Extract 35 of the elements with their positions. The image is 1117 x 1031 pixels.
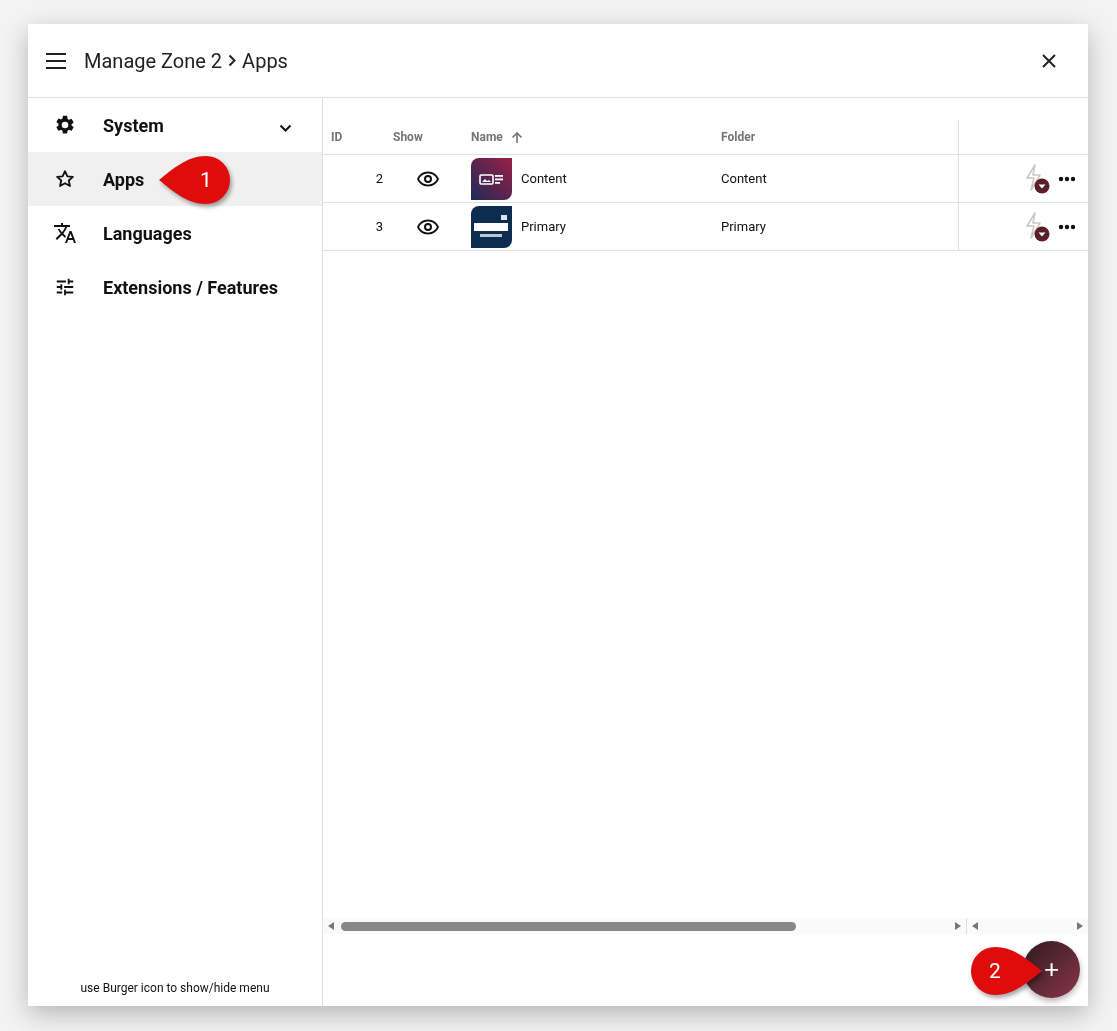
table-cell: 3 [375,219,383,234]
scrollbar-thumb[interactable] [341,921,796,931]
menu-button[interactable] [46,52,66,69]
app-logo-icon [471,205,512,248]
more-options-icon[interactable] [1058,175,1076,182]
hint-text: use Burger icon to show/hide menu [79,981,271,997]
sliders-icon [54,276,76,298]
table-cell: Primary [521,219,566,234]
chevron-down-icon[interactable] [279,123,292,132]
column-header[interactable]: Name [471,130,503,144]
lightning-badge-icon[interactable] [1024,211,1050,242]
column-header[interactable]: ID [331,130,343,144]
page-title: Apps [242,48,288,73]
sidebar-item[interactable]: Languages [28,206,322,260]
table-cell: Content [521,171,567,186]
table-cell: Content [721,171,767,186]
table-cell: Primary [721,219,766,234]
sort-arrow-up-icon[interactable] [510,130,523,144]
lightning-badge-icon[interactable] [1024,163,1050,194]
add-button[interactable]: + [1023,941,1080,998]
close-button[interactable] [1040,51,1058,70]
sidebar-item[interactable]: Extensions / Features [28,260,322,314]
column-header[interactable]: Folder [721,130,756,144]
translate-icon [53,221,77,245]
callout-badge: 1 [159,155,231,205]
table-cell: 2 [375,171,383,186]
callout-badge: 2 [970,946,1042,996]
more-options-icon[interactable] [1058,223,1076,230]
column-header[interactable]: Show [393,130,423,144]
window-title: Manage Zone 2 [84,48,223,73]
star-icon [54,168,76,190]
gear-icon [54,114,76,136]
sidebar-item[interactable]: System [28,98,322,152]
app-logo-icon [471,157,512,200]
chevron-right-icon [228,54,237,67]
